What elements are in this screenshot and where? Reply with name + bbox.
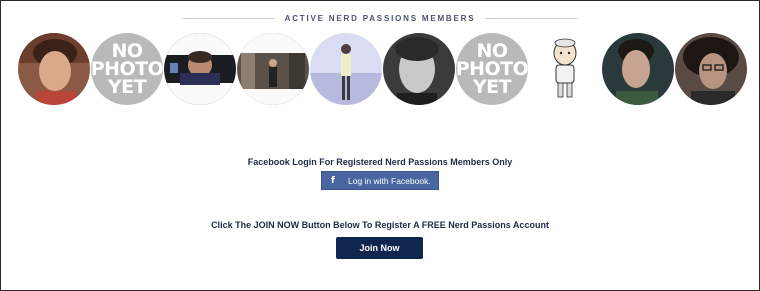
join-now-button[interactable]: Join Now — [336, 237, 423, 259]
facebook-login-prompt: Facebook Login For Registered Nerd Passi… — [247, 157, 513, 167]
member-avatar-10[interactable] — [675, 33, 747, 105]
member-avatar-list: NO PHOTO YET NO PHOTO YET — [18, 33, 747, 105]
facebook-login-button[interactable]: f Log in with Facebook. — [321, 171, 439, 190]
members-heading-title: ACTIVE NERD PASSIONS MEMBERS — [284, 13, 476, 23]
member-avatar-6[interactable] — [383, 33, 455, 105]
member-avatar-3[interactable] — [164, 33, 236, 105]
heading-rule-right — [485, 17, 578, 19]
heading-rule-left — [182, 17, 275, 19]
members-heading: ACTIVE NERD PASSIONS MEMBERS — [0, 10, 760, 26]
member-avatar-2-no-photo[interactable]: NO PHOTO YET — [91, 33, 163, 105]
member-avatar-8-cartoon[interactable] — [529, 33, 601, 105]
member-avatar-1[interactable] — [18, 33, 90, 105]
join-prompt: Click The JOIN NOW Button Below To Regis… — [211, 220, 549, 230]
no-photo-line-3: YET — [107, 76, 147, 98]
member-avatar-9[interactable] — [602, 33, 674, 105]
member-avatar-4[interactable] — [237, 33, 309, 105]
member-avatar-7-no-photo[interactable]: NO PHOTO YET — [456, 33, 528, 105]
member-avatar-5[interactable] — [310, 33, 382, 105]
facebook-icon: f — [331, 175, 335, 186]
facebook-login-label: Log in with Facebook. — [348, 175, 431, 186]
no-photo-line-3: YET — [472, 76, 512, 98]
